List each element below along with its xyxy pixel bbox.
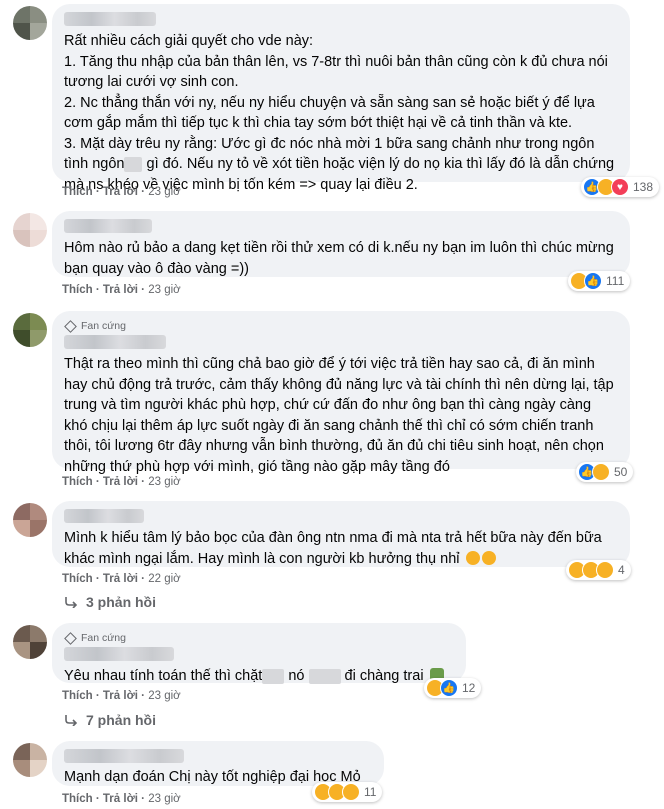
reaction-summary[interactable]: 👍 ♥ 138 xyxy=(581,177,660,197)
reply-link[interactable]: Trả lời xyxy=(103,186,138,198)
commenter-name-blurred[interactable] xyxy=(64,219,152,233)
comment-text: Rất nhiều cách giải quyết cho vde này: 1… xyxy=(64,33,615,193)
comment-text: Hôm nào rủ bảo a dang kẹt tiền rồi thử x… xyxy=(64,240,614,277)
avatar[interactable] xyxy=(13,6,47,40)
timestamp[interactable]: 23 giờ xyxy=(148,793,180,805)
blurred-word xyxy=(262,668,285,684)
comment-actions: Thích · Trả lời · 23 giờ xyxy=(62,690,181,702)
sad-reaction-icon xyxy=(342,783,360,801)
timestamp[interactable]: 23 giờ xyxy=(148,186,180,198)
reply-link[interactable]: Trả lời xyxy=(103,690,138,702)
blurred-word xyxy=(308,668,341,684)
like-link[interactable]: Thích xyxy=(62,573,93,585)
view-replies-link[interactable]: 7 phản hồi xyxy=(64,712,156,728)
avatar[interactable] xyxy=(13,213,47,247)
reaction-summary[interactable]: 4 xyxy=(566,560,631,580)
timestamp[interactable]: 23 giờ xyxy=(148,476,180,488)
reaction-summary[interactable]: 11 xyxy=(312,782,383,802)
reply-arrow-icon xyxy=(65,715,78,726)
reaction-count: 111 xyxy=(606,274,625,288)
commenter-name-blurred[interactable] xyxy=(64,12,156,26)
comment-text: Thật ra theo mình thì cũng chả bao giờ đ… xyxy=(64,356,614,475)
comment-actions: Thích · Trả lời · 23 giờ xyxy=(62,186,181,198)
like-link[interactable]: Thích xyxy=(62,793,93,805)
comment-actions: Thích · Trả lời · 23 giờ xyxy=(62,793,181,805)
commenter-name-blurred[interactable] xyxy=(64,647,174,661)
reaction-summary[interactable]: 👍 50 xyxy=(576,462,634,482)
comment-actions: Thích · Trả lời · 23 giờ xyxy=(62,284,181,296)
comment-text: Mình k hiểu tâm lý bảo bọc của đàn ông n… xyxy=(64,530,602,567)
comment-bubble: Mạnh dạn đoán Chị này tốt nghiệp đại học… xyxy=(52,741,384,786)
like-link[interactable]: Thích xyxy=(62,690,93,702)
like-link[interactable]: Thích xyxy=(62,476,93,488)
commenter-name-blurred[interactable] xyxy=(64,749,184,763)
comment-bubble: Hôm nào rủ bảo a dang kẹt tiền rồi thử x… xyxy=(52,211,630,277)
like-reaction-icon: 👍 xyxy=(440,679,458,697)
reply-link[interactable]: Trả lời xyxy=(103,476,138,488)
reaction-summary[interactable]: 👍 111 xyxy=(568,271,631,291)
reaction-count: 4 xyxy=(618,563,625,577)
reaction-count: 12 xyxy=(462,681,476,695)
timestamp[interactable]: 23 giờ xyxy=(148,690,180,702)
grinning-emoji-icon xyxy=(465,550,480,565)
commenter-name-blurred[interactable] xyxy=(64,335,166,349)
reply-link[interactable]: Trả lời xyxy=(103,284,138,296)
view-replies-link[interactable]: 3 phản hồi xyxy=(64,594,156,610)
wow-reaction-icon xyxy=(596,561,614,579)
like-link[interactable]: Thích xyxy=(62,284,93,296)
comment-bubble: Fan cứng Yêu nhau tính toán thế thì chặt… xyxy=(52,623,466,684)
comment-bubble: Rất nhiều cách giải quyết cho vde này: 1… xyxy=(52,4,630,193)
avatar[interactable] xyxy=(13,313,47,347)
comment-bubble: Fan cứng Thật ra theo mình thì cũng chả … xyxy=(52,311,630,475)
grinning-emoji-icon xyxy=(481,550,496,565)
like-reaction-icon: 👍 xyxy=(584,272,602,290)
love-reaction-icon: ♥ xyxy=(611,178,629,196)
diamond-icon xyxy=(64,631,77,645)
reaction-count: 50 xyxy=(614,465,628,479)
avatar[interactable] xyxy=(13,503,47,537)
haha-reaction-icon xyxy=(592,463,610,481)
comment-actions: Thích · Trả lời · 22 giờ xyxy=(62,573,181,585)
reply-link[interactable]: Trả lời xyxy=(103,573,138,585)
reaction-summary[interactable]: 👍 12 xyxy=(424,678,482,698)
timestamp[interactable]: 22 giờ xyxy=(148,573,180,585)
reply-arrow-icon xyxy=(65,597,78,608)
reaction-count: 11 xyxy=(364,785,377,799)
comment-bubble: Mình k hiểu tâm lý bảo bọc của đàn ông n… xyxy=(52,501,630,567)
commenter-name-blurred[interactable] xyxy=(64,509,144,523)
fan-badge: Fan cứng xyxy=(64,319,618,333)
fan-badge: Fan cứng xyxy=(64,631,454,645)
comment-text: Yêu nhau tính toán thế thì chặt nó đi ch… xyxy=(64,666,454,687)
reaction-count: 138 xyxy=(633,180,654,194)
timestamp[interactable]: 23 giờ xyxy=(148,284,180,296)
like-link[interactable]: Thích xyxy=(62,186,93,198)
diamond-icon xyxy=(64,319,77,333)
reply-link[interactable]: Trả lời xyxy=(103,793,138,805)
avatar[interactable] xyxy=(13,625,47,659)
avatar[interactable] xyxy=(13,743,47,777)
comment-actions: Thích · Trả lời · 23 giờ xyxy=(62,476,181,488)
blurred-word xyxy=(124,156,143,172)
